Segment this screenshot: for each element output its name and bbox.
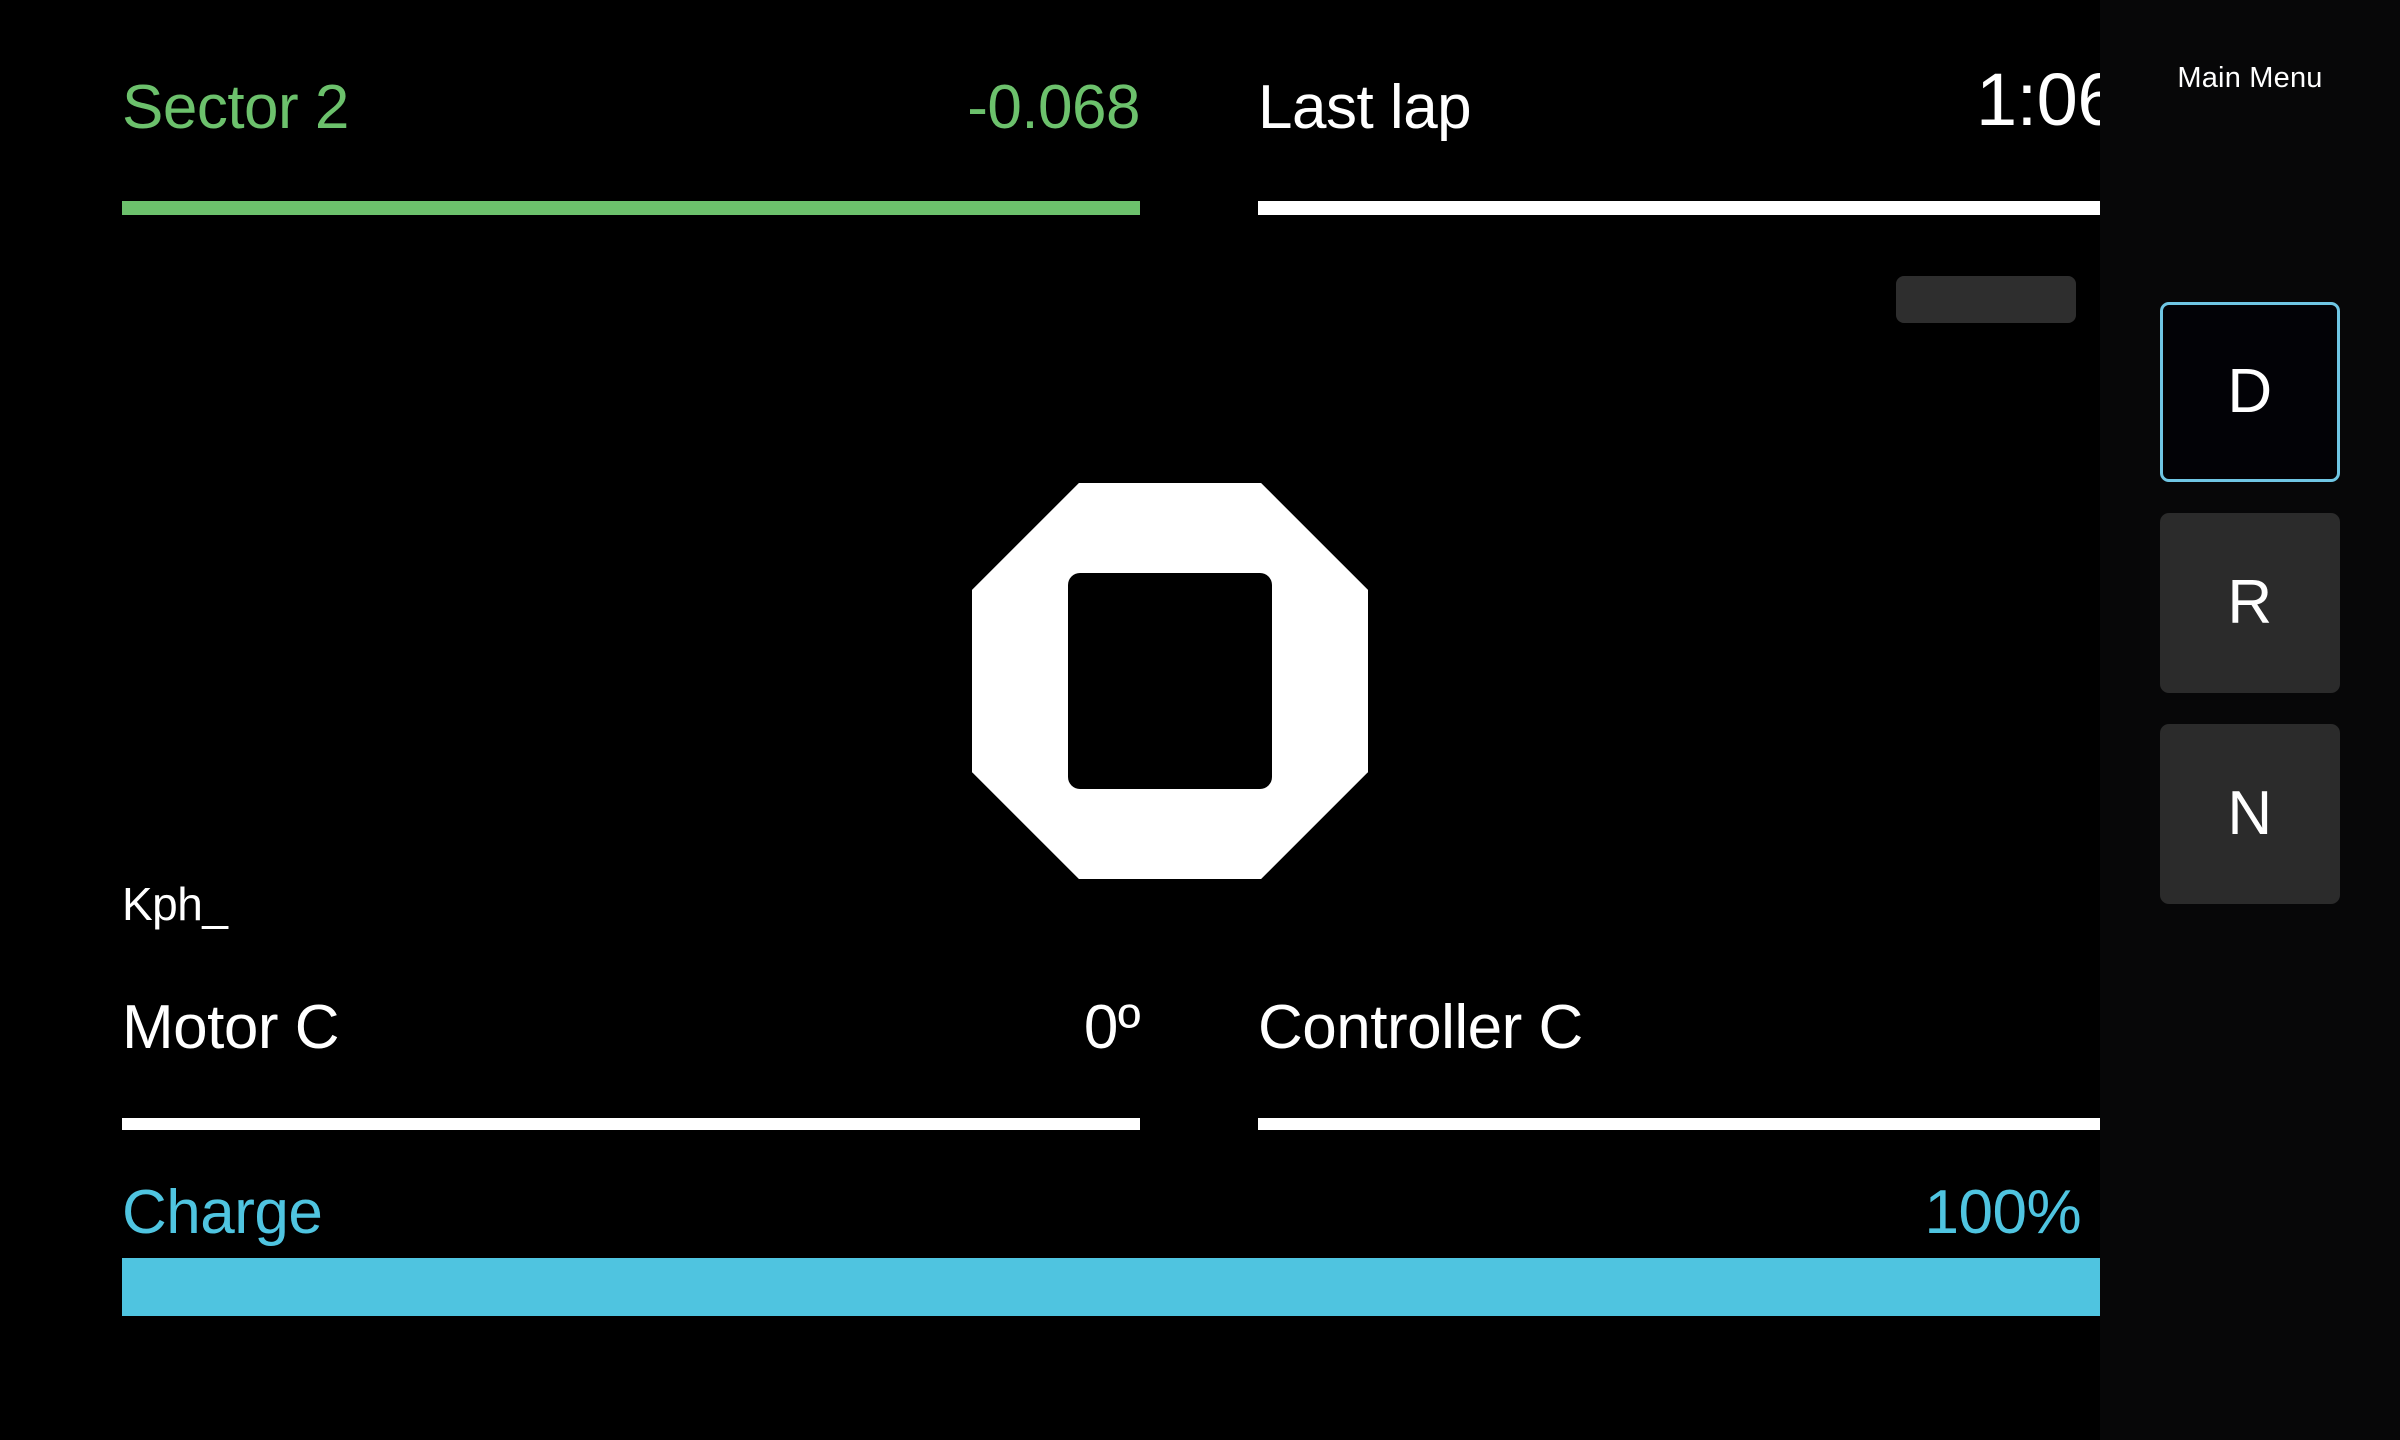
- sector-bar-track: [122, 201, 1140, 215]
- controller-temp-label: Controller C: [1258, 993, 1583, 1062]
- gear-button-reverse-label: R: [2227, 568, 2273, 637]
- controller-temp-row: Controller C: [1258, 975, 2100, 1061]
- gear-button-reverse[interactable]: R: [2160, 513, 2340, 693]
- last-lap-label: Last lap: [1258, 73, 1472, 142]
- motor-temp-label: Motor C: [122, 993, 339, 1062]
- vehicle-dashboard-screen: Sector 2 -0.068 Last lap 1:06 Kph_ Motor…: [0, 0, 2400, 1440]
- logo-inner-square: [1068, 573, 1272, 789]
- sector-value: -0.068: [967, 73, 1140, 142]
- dashboard-main-area: Sector 2 -0.068 Last lap 1:06 Kph_ Motor…: [0, 0, 2100, 1440]
- octagon-square-logo-icon: [972, 483, 1368, 879]
- controller-temp-bar-track: [1258, 1118, 2100, 1130]
- controller-temp-stat-block: Controller C: [1258, 975, 2100, 1130]
- sector-stat-block: Sector 2 -0.068: [122, 55, 1140, 215]
- sector-row: Sector 2 -0.068: [122, 55, 1140, 141]
- motor-temp-value: 0º: [1083, 993, 1141, 1062]
- speed-unit-label: Kph_: [122, 878, 228, 930]
- charge-stat-block: Charge 100% (: [122, 1160, 2100, 1316]
- charge-value: 100% (: [1924, 1178, 2100, 1247]
- gear-selector-list: D R N: [2160, 302, 2340, 935]
- status-pill[interactable]: [1896, 276, 2076, 323]
- sector-bar-fill: [122, 201, 1140, 215]
- main-menu-title[interactable]: Main Menu: [2100, 62, 2400, 94]
- last-lap-bar-fill: [1258, 201, 2100, 215]
- gear-button-drive[interactable]: D: [2160, 302, 2340, 482]
- last-lap-bar-track: [1258, 201, 2100, 215]
- motor-temp-stat-block: Motor C 0º: [122, 975, 1141, 1130]
- gear-button-drive-label: D: [2227, 357, 2273, 426]
- motor-temp-row: Motor C 0º: [122, 975, 1141, 1062]
- last-lap-row: Last lap 1:06: [1258, 55, 2100, 141]
- motor-temp-bar-fill: [122, 1118, 1140, 1130]
- gear-button-neutral[interactable]: N: [2160, 724, 2340, 904]
- charge-row: Charge 100% (: [122, 1160, 2100, 1246]
- controller-temp-bar-fill: [1258, 1118, 2100, 1130]
- last-lap-stat-block: Last lap 1:06: [1258, 55, 2100, 215]
- gear-button-neutral-label: N: [2227, 779, 2273, 848]
- charge-bar-track: [122, 1258, 2100, 1316]
- sector-label: Sector 2: [122, 73, 349, 142]
- charge-bar-fill: [122, 1258, 2100, 1316]
- last-lap-value: 1:06: [1975, 58, 2100, 141]
- motor-temp-bar-track: [122, 1118, 1140, 1130]
- side-panel: Main Menu D R N: [2100, 0, 2400, 1440]
- charge-label: Charge: [122, 1178, 323, 1247]
